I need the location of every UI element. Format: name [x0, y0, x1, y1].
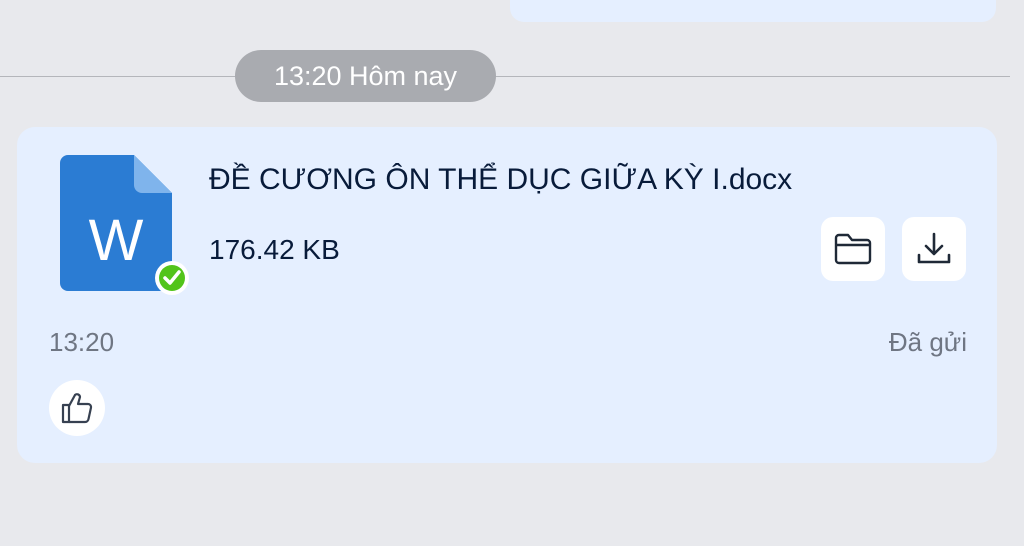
- word-letter: W: [89, 208, 144, 273]
- file-name[interactable]: ĐỀ CƯƠNG ÔN THỂ DỤC GIỮA KỲ I.docx: [209, 163, 792, 197]
- message-time: 13:20: [49, 327, 115, 357]
- download-button[interactable]: [902, 217, 966, 281]
- file-size: 176.42 KB: [209, 234, 340, 265]
- file-message-bubble[interactable]: W ĐỀ CƯƠNG ÔN THỂ DỤC GIỮA KỲ I.docx 176…: [17, 127, 997, 463]
- date-divider-chip: 13:20 Hôm nay: [235, 50, 496, 102]
- download-icon: [917, 232, 951, 264]
- thumbs-up-icon: [61, 393, 93, 424]
- date-divider-line: [0, 76, 1010, 77]
- sent-status: Đã gửi: [888, 327, 967, 357]
- previous-message-bubble[interactable]: [510, 0, 996, 22]
- chat-area: 13:20 Hôm nay W ĐỀ CƯƠNG ÔN THỂ DỤC GIỮA…: [0, 0, 1024, 546]
- open-folder-button[interactable]: [821, 217, 885, 281]
- word-doc-icon[interactable]: W: [60, 155, 192, 295]
- like-reaction-button[interactable]: [49, 380, 105, 436]
- folder-icon: [834, 233, 872, 265]
